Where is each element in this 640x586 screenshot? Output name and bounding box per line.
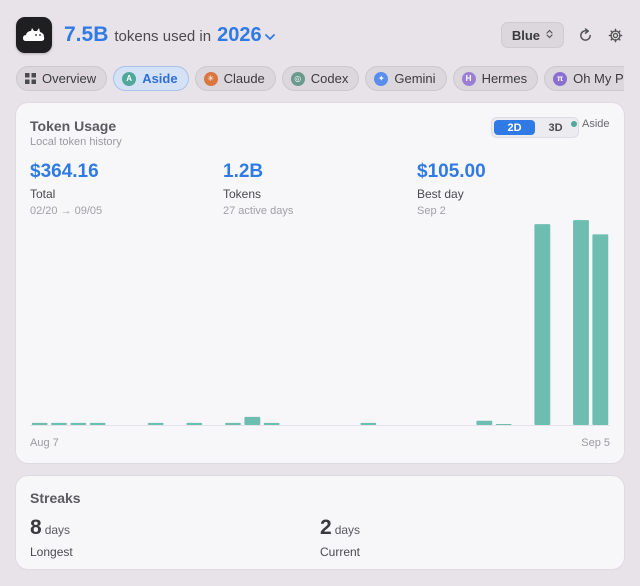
chart-bar[interactable] (360, 422, 377, 425)
stat-best-day: $105.00 Best day Sep 2 (417, 161, 486, 217)
stat-value: 1.2B (223, 161, 264, 182)
tab-label: Overview (42, 71, 97, 86)
tab-codex[interactable]: ◎ Codex (281, 66, 360, 91)
cat-cloud-icon (16, 17, 52, 53)
streak-value: 2 (320, 516, 332, 539)
stat-label: Total (30, 187, 56, 201)
chart-bar[interactable] (70, 422, 87, 425)
grid-icon (25, 73, 36, 84)
gear-icon[interactable] (606, 26, 624, 44)
tab-label: Hermes (481, 71, 528, 86)
tab-label: Aside (142, 71, 178, 86)
chart-bar[interactable] (476, 420, 493, 425)
chart-bar[interactable] (573, 220, 589, 425)
total-tokens: 7.5B (64, 23, 109, 46)
stat-label: Tokens (223, 187, 262, 201)
x-axis-start-label: Aug 7 (30, 437, 59, 449)
tab-label: Claude (223, 71, 265, 86)
legend-label: Aside (582, 118, 610, 130)
aside-icon: A (122, 71, 137, 86)
header: 7.5B tokens used in 2026 Blue (16, 16, 624, 54)
stat-value: $105.00 (417, 161, 486, 182)
claude-icon: ✳ (203, 71, 218, 86)
chart-bar[interactable] (263, 422, 280, 425)
codex-icon: ◎ (290, 71, 305, 86)
tab-label: Gemini (394, 71, 436, 86)
year-dropdown[interactable]: 2026 (217, 24, 275, 47)
tab-gemini[interactable]: ✦ Gemini (365, 66, 447, 91)
hermes-icon: H (461, 71, 476, 86)
streak-unit: days (44, 523, 71, 537)
chart-bar[interactable] (89, 422, 106, 425)
chart-bar[interactable] (31, 422, 48, 425)
up-down-chevron-icon (546, 29, 553, 41)
streak-longest: 8 days Longest (30, 516, 73, 559)
year-label: 2026 (217, 24, 262, 46)
tab-label: Codex (310, 71, 349, 86)
streak-label: Current (320, 545, 361, 559)
refresh-icon[interactable] (576, 26, 594, 44)
theme-select[interactable]: Blue (500, 22, 564, 48)
tab-aside[interactable]: A Aside (113, 66, 189, 91)
chart-bar[interactable] (495, 423, 512, 425)
pi-icon: π (553, 71, 568, 86)
toggle-2d-button[interactable]: 2D (494, 120, 535, 135)
x-axis-end-label: Sep 5 (581, 437, 610, 449)
stat-label: Best day (417, 187, 464, 201)
chart-bar[interactable] (186, 422, 203, 425)
tab-oh-my-p[interactable]: π Oh My P (544, 66, 624, 91)
legend-dot (571, 121, 577, 127)
chart-bar[interactable] (225, 422, 241, 425)
chart-bar[interactable] (51, 422, 67, 425)
card-title: Token Usage (30, 118, 117, 134)
streak-value: 8 (30, 516, 42, 539)
tab-label: Oh My P (573, 71, 624, 86)
chevron-down-icon (264, 30, 275, 44)
token-usage-chart (30, 220, 610, 426)
chart-bar[interactable] (592, 234, 609, 425)
view-toggle: 2D 3D (491, 117, 579, 138)
streaks-card: Streaks 8 days Longest 2 days Current (16, 476, 624, 569)
streak-label: Longest (30, 545, 73, 559)
tokens-used-text: tokens used in (114, 28, 212, 45)
tab-overview[interactable]: Overview (16, 66, 108, 91)
token-usage-card: Token Usage Local token history 2D 3D As… (16, 103, 624, 463)
provider-tabs: Overview A Aside ✳ Claude ◎ Codex ✦ Gemini H Herme… (16, 66, 624, 92)
card-subtitle: Local token history (30, 136, 122, 148)
toggle-3d-button[interactable]: 3D (535, 120, 576, 135)
tab-hermes[interactable]: H Hermes (452, 66, 539, 91)
chart-bar[interactable] (147, 422, 164, 425)
chart-bar[interactable] (244, 416, 261, 425)
streak-unit: days (334, 523, 361, 537)
stat-tokens: 1.2B Tokens 27 active days (223, 161, 293, 217)
chart-legend: Aside (571, 118, 610, 130)
stat-total: $364.16 Total 02/20 → 09/05 (30, 161, 102, 217)
gemini-icon: ✦ (374, 71, 389, 86)
theme-select-label: Blue (511, 27, 540, 43)
streak-current: 2 days Current (320, 516, 360, 559)
tab-claude[interactable]: ✳ Claude (194, 66, 276, 91)
chart-bar[interactable] (534, 224, 551, 425)
streaks-title: Streaks (30, 490, 81, 506)
stat-value: $364.16 (30, 161, 99, 182)
